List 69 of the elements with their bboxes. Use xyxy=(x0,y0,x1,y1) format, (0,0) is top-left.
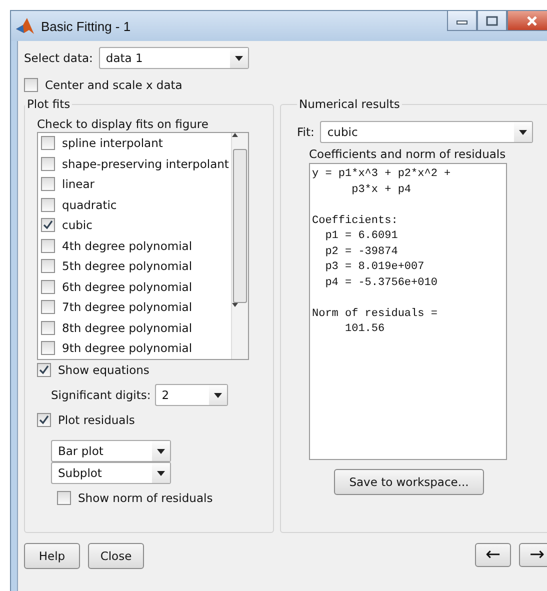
checkbox-label: Show norm of residuals xyxy=(78,491,213,505)
checkbox-label: Plot residuals xyxy=(58,413,135,427)
result-line: p2 = -39874 xyxy=(324,246,398,258)
minimize-button[interactable] xyxy=(447,11,477,31)
window-title: Basic Fitting - 1 xyxy=(41,18,131,34)
save-to-workspace-button[interactable]: Save to workspace... xyxy=(334,469,484,495)
checkbox-label: Center and scale x data xyxy=(45,78,182,92)
close-button[interactable] xyxy=(507,11,547,31)
result-line: Coefficients: xyxy=(312,214,398,226)
fit-label: 7th degree polynomial xyxy=(62,300,192,314)
checkbox[interactable] xyxy=(41,136,55,150)
checkbox[interactable] xyxy=(41,259,55,274)
fit-label: quadratic xyxy=(62,198,117,212)
fit-label: 8th degree polynomial xyxy=(62,320,192,335)
result-line: p1 = 6.6091 xyxy=(324,230,398,242)
checkbox-label: Show equations xyxy=(58,363,150,377)
fit-label: 6th degree polynomial xyxy=(62,280,192,294)
data-dropdown[interactable]: data 1 xyxy=(98,47,249,69)
significant-digits-label: Significant digits: xyxy=(51,388,151,402)
checkbox[interactable] xyxy=(41,198,55,212)
close-dialog-button[interactable]: Close xyxy=(88,543,144,569)
fit-label: 4th degree polynomial xyxy=(62,238,192,253)
plot-type-dropdown[interactable]: Bar plot xyxy=(51,440,171,462)
scroll-up-icon xyxy=(232,133,238,137)
help-button[interactable]: Help xyxy=(24,543,80,569)
checkbox[interactable] xyxy=(24,78,38,92)
forward-arrow-button[interactable]: → xyxy=(519,543,547,567)
fit-label: linear xyxy=(62,177,95,192)
result-line: Norm of residuals = xyxy=(312,308,438,320)
checkbox[interactable] xyxy=(41,156,55,171)
scrollbar[interactable] xyxy=(231,133,248,359)
fit-label: 5th degree polynomial xyxy=(62,259,192,274)
checkbox[interactable] xyxy=(41,341,55,356)
fit-label: 9th degree polynomial xyxy=(62,341,192,356)
panel-title: Plot fits xyxy=(25,97,72,111)
dropdown-arrow-icon xyxy=(519,130,528,134)
result-line: 101.56 xyxy=(344,323,385,335)
select-data-label: Select data: xyxy=(24,51,93,65)
fit-label: shape-preserving interpolant xyxy=(62,156,229,171)
checkbox[interactable] xyxy=(41,280,55,294)
checkbox[interactable] xyxy=(37,363,51,377)
close-icon xyxy=(526,16,538,26)
checkbox[interactable] xyxy=(41,218,55,232)
panel-title: Numerical results xyxy=(297,97,402,111)
digits-dropdown[interactable]: 2 xyxy=(154,384,228,406)
fit-label: spline interpolant xyxy=(62,136,163,150)
fit-label: cubic xyxy=(62,218,92,232)
plot-location-dropdown[interactable]: Subplot xyxy=(51,462,171,484)
result-line: p4 = -5.3756e+010 xyxy=(324,276,438,288)
list-label: Check to display fits on figure xyxy=(37,117,210,131)
result-line: p3 = 8.019e+007 xyxy=(324,261,424,273)
fit-dropdown[interactable]: cubic xyxy=(320,121,534,143)
result-line: p3*x + p4 xyxy=(350,184,412,196)
checkbox[interactable] xyxy=(37,413,51,427)
back-arrow-button[interactable]: ← xyxy=(475,543,511,567)
checkbox[interactable] xyxy=(41,320,55,335)
checkbox[interactable] xyxy=(41,238,55,253)
dropdown-arrow-icon xyxy=(234,56,243,60)
dropdown-arrow-icon xyxy=(157,470,165,476)
fit-label: Fit: xyxy=(297,125,314,139)
result-line: y = p1*x^3 + p2*x^2 + xyxy=(312,168,451,180)
checkbox[interactable] xyxy=(41,300,55,314)
results-label: Coefficients and norm of residuals xyxy=(309,147,507,161)
checkbox[interactable] xyxy=(41,177,55,192)
dropdown-arrow-icon xyxy=(214,392,222,398)
maximize-icon xyxy=(486,16,498,26)
checkbox[interactable] xyxy=(57,491,71,505)
dropdown-arrow-icon xyxy=(157,448,165,454)
maximize-button[interactable] xyxy=(477,11,507,31)
